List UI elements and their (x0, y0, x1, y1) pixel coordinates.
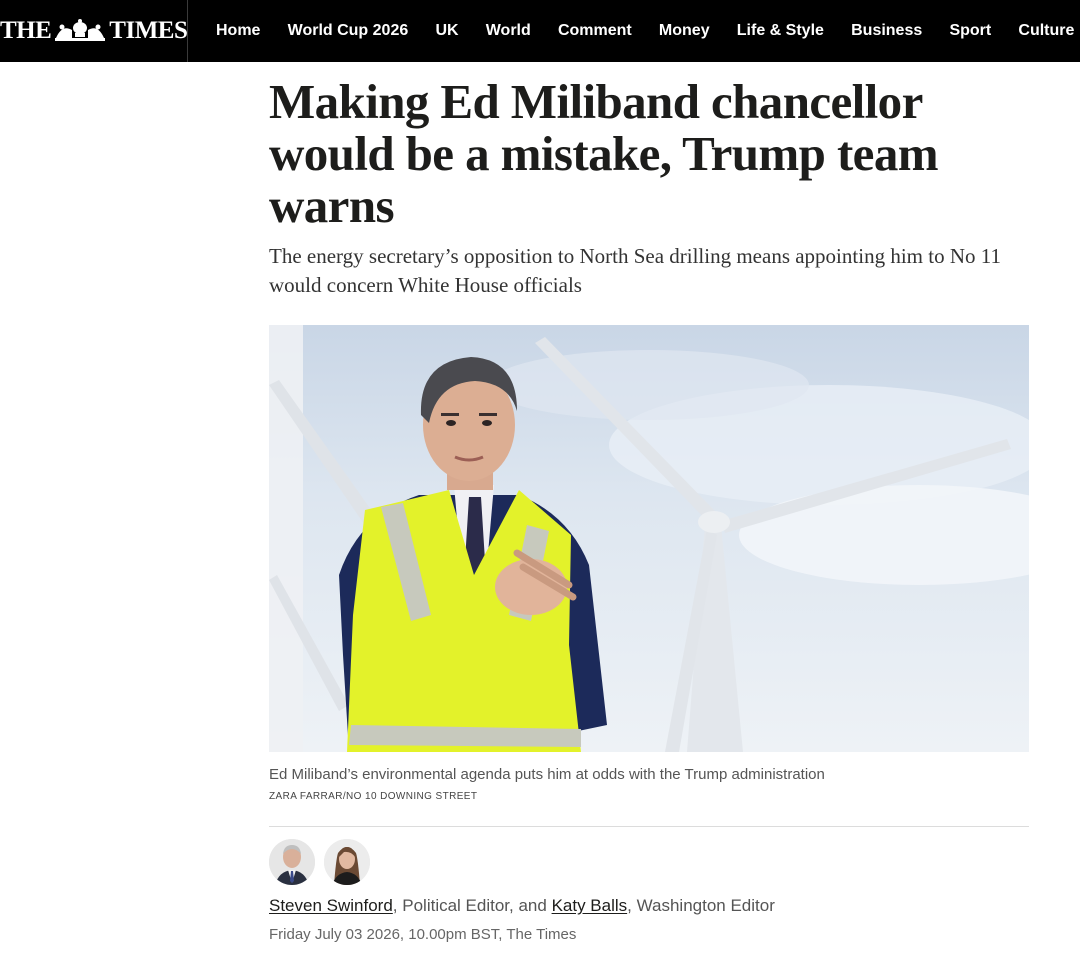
byline-divider (269, 826, 1029, 827)
avatar-steven-swinford[interactable] (269, 839, 315, 885)
author-role-political-editor: , Political Editor, and (392, 896, 552, 915)
nav-business[interactable]: Business (838, 22, 936, 40)
nav-world[interactable]: World (472, 22, 544, 40)
image-caption: Ed Miliband’s environmental agenda puts … (269, 766, 825, 783)
author-link-katy-balls[interactable]: Katy Balls (552, 896, 628, 915)
section-navigation: Home World Cup 2026 UK World Comment Mon… (188, 0, 1080, 62)
article-dateline: Friday July 03 2026, 10.00pm BST, The Ti… (269, 926, 577, 943)
image-credit: ZARA FARRAR/NO 10 DOWNING STREET (269, 791, 478, 802)
article-byline: Steven Swinford, Political Editor, and K… (269, 895, 1029, 917)
avatar-katy-balls[interactable] (324, 839, 370, 885)
logo-word-times: TIMES (109, 17, 188, 44)
logo-word-the: THE (0, 17, 52, 44)
hero-image[interactable] (269, 325, 1029, 752)
nav-money[interactable]: Money (645, 22, 723, 40)
author-link-steven-swinford[interactable]: Steven Swinford (269, 896, 393, 915)
author-avatars (269, 839, 1029, 885)
hero-figure: Ed Miliband’s environmental agenda puts … (269, 325, 1029, 802)
nav-world-cup-2026[interactable]: World Cup 2026 (274, 22, 422, 40)
nav-uk[interactable]: UK (422, 22, 472, 40)
article-standfirst: The energy secretary’s opposition to Nor… (269, 244, 1001, 297)
top-navigation-bar: THE TIMES Home World Cup 2026 UK World C (0, 0, 1080, 62)
article: Making Ed Miliband chancellor would be a… (269, 62, 1029, 945)
nav-culture[interactable]: Culture (1005, 22, 1080, 40)
article-headline: Making Ed Miliband chancellor would be a… (269, 74, 939, 233)
author-role-washington-editor: , Washington Editor (627, 896, 775, 915)
nav-sport[interactable]: Sport (936, 22, 1005, 40)
nav-home[interactable]: Home (202, 22, 274, 40)
the-times-logo[interactable]: THE TIMES (0, 0, 189, 62)
nav-life-and-style[interactable]: Life & Style (723, 22, 837, 40)
nav-comment[interactable]: Comment (544, 22, 645, 40)
royal-crest-icon (52, 18, 108, 44)
